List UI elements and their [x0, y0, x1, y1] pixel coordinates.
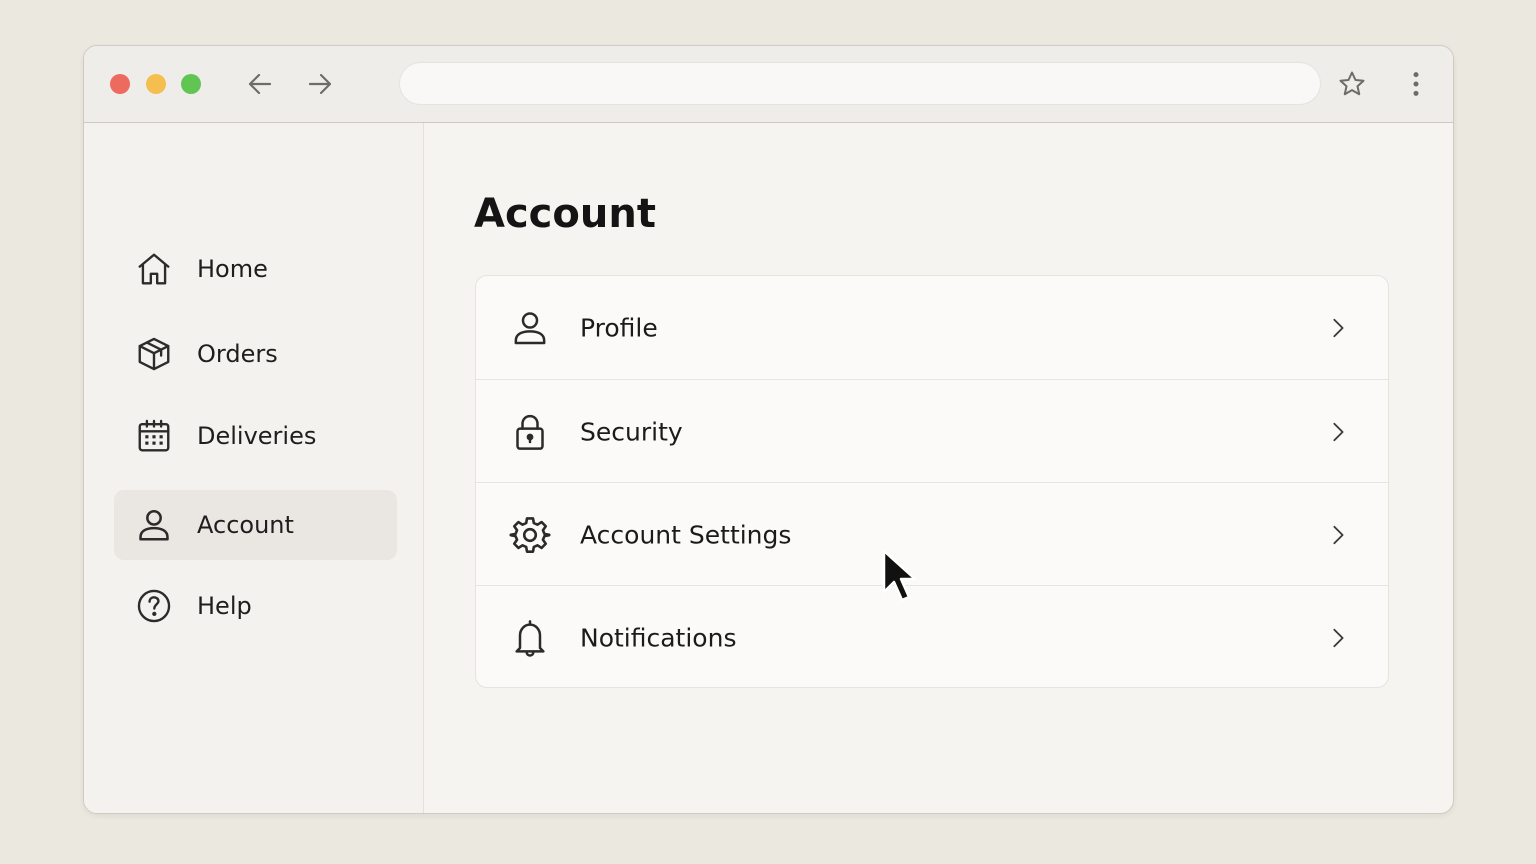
more-vertical-icon — [1413, 72, 1419, 96]
sidebar-item-orders[interactable]: Orders — [114, 319, 397, 389]
bookmark-button[interactable] — [1334, 66, 1370, 102]
sidebar-item-label: Orders — [197, 340, 278, 368]
maximize-window-button[interactable] — [181, 74, 201, 94]
chevron-right-icon — [1326, 626, 1350, 650]
sidebar-item-label: Home — [197, 255, 268, 283]
close-window-button[interactable] — [110, 74, 130, 94]
account-options-list: Profile Security Account Settings Notifi… — [475, 275, 1389, 688]
chevron-right-icon — [1326, 420, 1350, 444]
user-icon — [135, 506, 173, 544]
browser-window: Home Orders Deliveries Account Help Acco… — [83, 45, 1454, 814]
browser-toolbar — [84, 46, 1453, 123]
sidebar-item-help[interactable]: Help — [114, 571, 397, 641]
address-bar[interactable] — [399, 62, 1321, 105]
calendar-icon — [135, 417, 173, 455]
chevron-right-icon — [1326, 316, 1350, 340]
sidebar-item-deliveries[interactable]: Deliveries — [114, 401, 397, 471]
sidebar: Home Orders Deliveries Account Help — [84, 123, 424, 813]
sidebar-item-home[interactable]: Home — [114, 234, 397, 304]
back-button[interactable] — [244, 68, 276, 100]
arrow-left-icon — [248, 73, 272, 95]
sidebar-item-label: Help — [197, 592, 252, 620]
minimize-window-button[interactable] — [146, 74, 166, 94]
list-item-security[interactable]: Security — [476, 379, 1388, 483]
bell-icon — [509, 617, 551, 659]
arrow-right-icon — [308, 73, 332, 95]
page-title: Account — [474, 191, 656, 237]
sidebar-item-account[interactable]: Account — [114, 490, 397, 560]
lock-icon — [509, 411, 551, 453]
home-icon — [135, 250, 173, 288]
browser-menu-button[interactable] — [1398, 66, 1434, 102]
list-item-profile[interactable]: Profile — [476, 276, 1388, 379]
list-item-label: Notifications — [580, 623, 737, 652]
user-icon — [509, 307, 551, 349]
chevron-right-icon — [1326, 523, 1350, 547]
box-icon — [135, 335, 173, 373]
address-input[interactable] — [420, 73, 1300, 94]
star-icon — [1339, 71, 1365, 96]
list-item-account-settings[interactable]: Account Settings — [476, 482, 1388, 586]
list-item-label: Profile — [580, 313, 658, 342]
forward-button[interactable] — [304, 68, 336, 100]
help-circle-icon — [135, 587, 173, 625]
sidebar-item-label: Account — [197, 511, 294, 539]
gear-icon — [509, 514, 551, 556]
sidebar-item-label: Deliveries — [197, 422, 317, 450]
list-item-notifications[interactable]: Notifications — [476, 585, 1388, 687]
list-item-label: Account Settings — [580, 520, 792, 549]
list-item-label: Security — [580, 417, 683, 446]
